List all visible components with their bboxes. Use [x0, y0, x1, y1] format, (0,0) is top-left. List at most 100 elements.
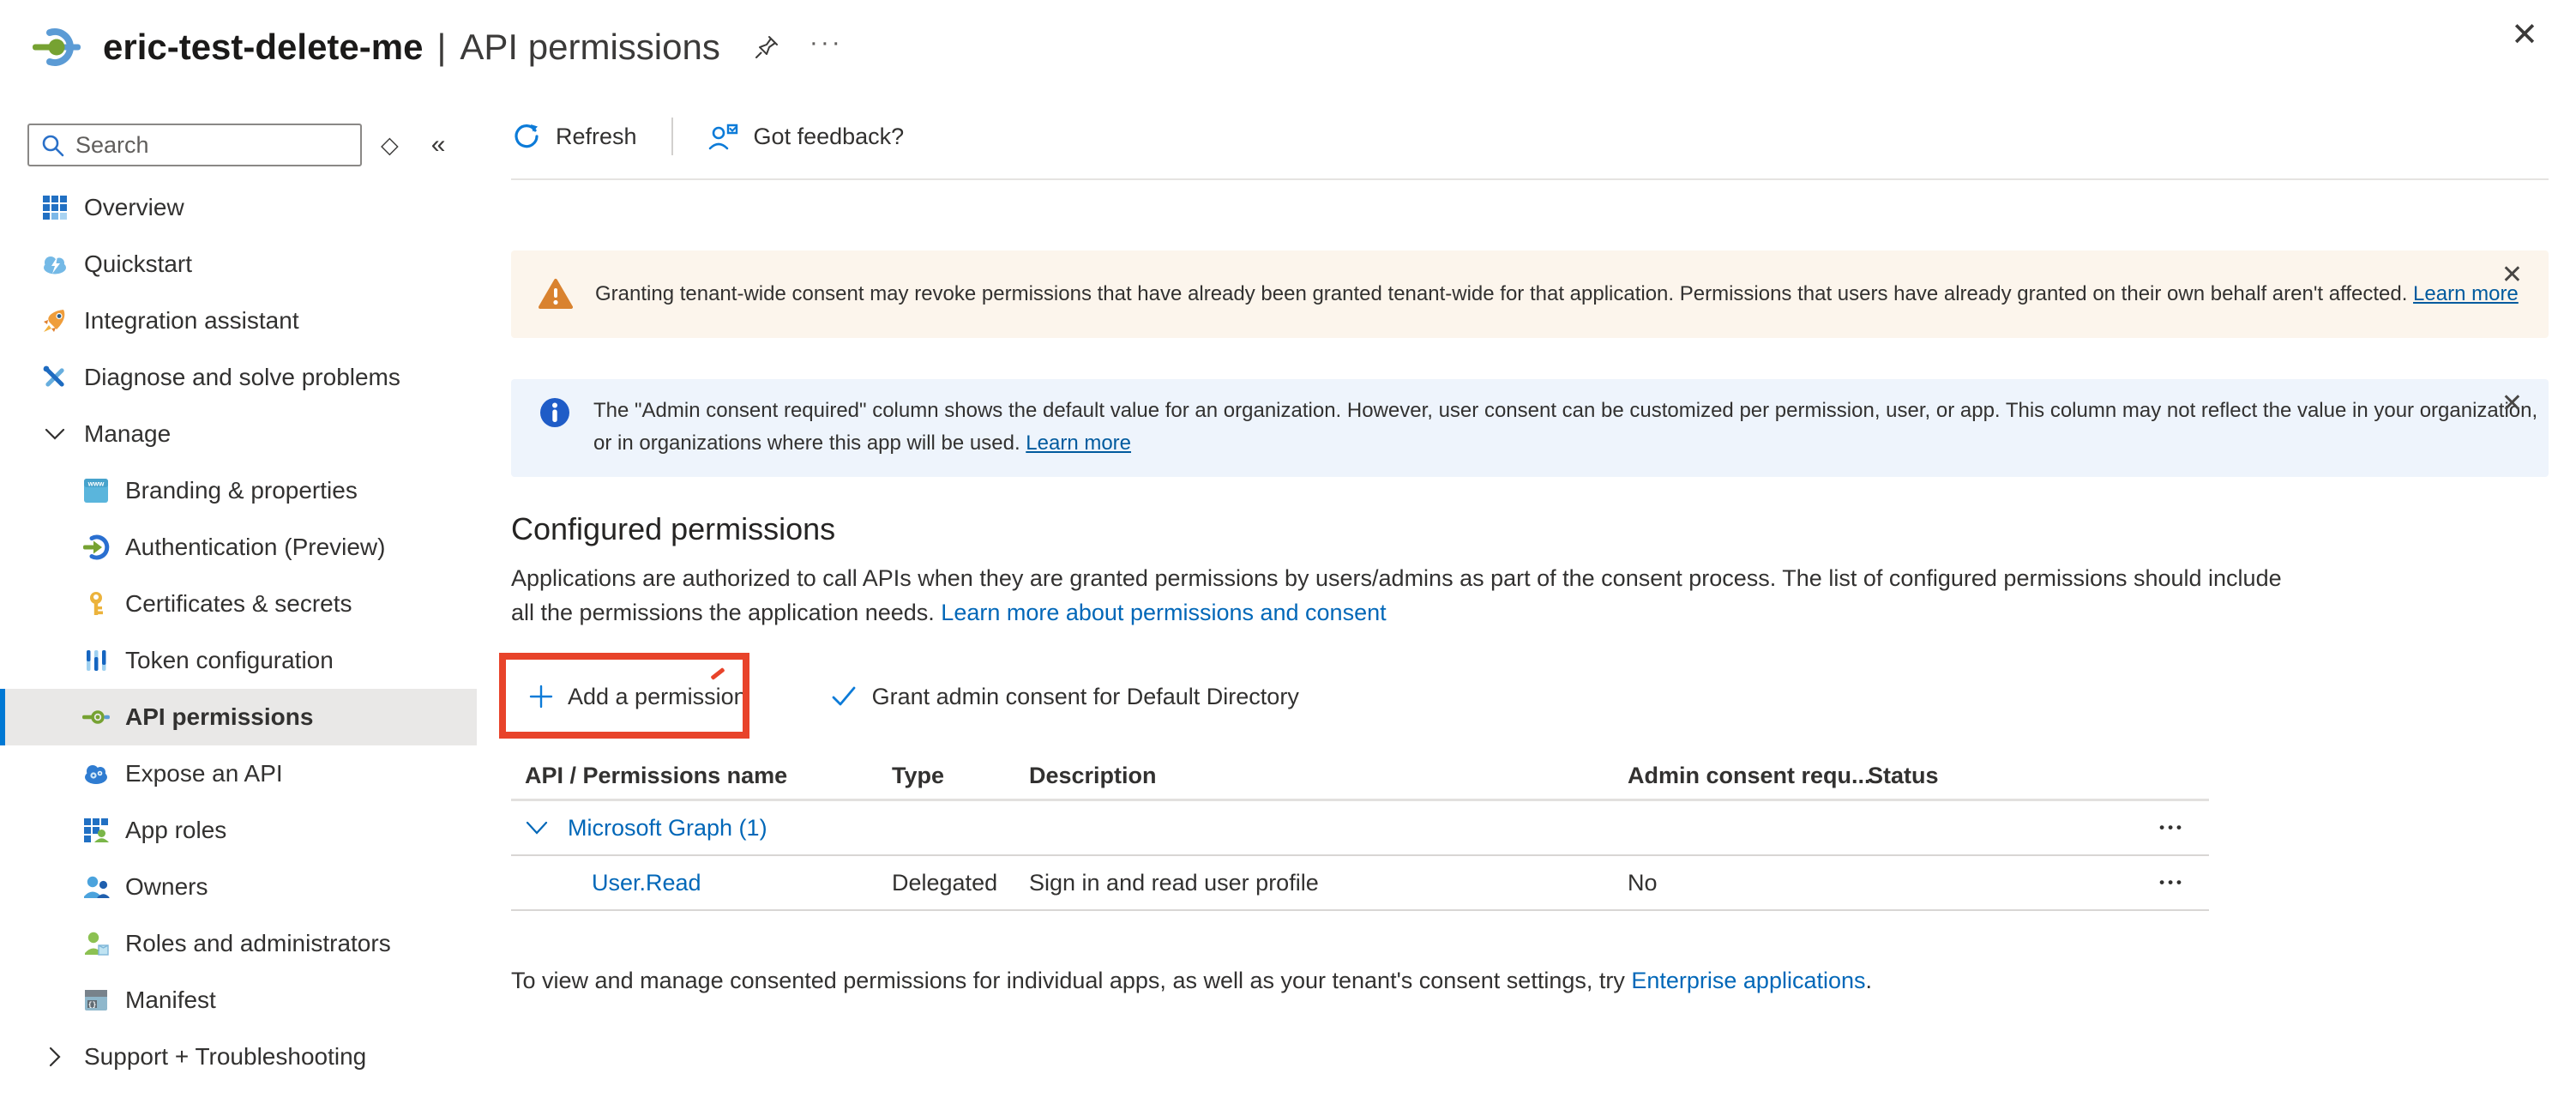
- group-name-cell: Microsoft Graph (1): [511, 815, 878, 842]
- col-header-type[interactable]: Type: [878, 763, 1015, 789]
- refresh-label: Refresh: [556, 124, 637, 150]
- sidebar-item-branding[interactable]: www Branding & properties: [0, 462, 477, 519]
- cloud-gears-icon: [82, 760, 110, 787]
- col-header-admin-consent[interactable]: Admin consent requ...: [1614, 763, 1854, 789]
- app-registration-icon: [31, 21, 82, 73]
- chevron-down-icon: [41, 420, 69, 448]
- sidebar-item-app-roles[interactable]: App roles: [0, 802, 477, 859]
- row-actions-ellipsis[interactable]: •••: [1976, 874, 2209, 891]
- api-permissions-page: eric-test-delete-me | API permissions ··…: [0, 0, 2576, 1098]
- sidebar-item-label: Expose an API: [125, 760, 283, 787]
- chevron-right-icon: [41, 1043, 69, 1071]
- sidebar-section-label: Support + Troubleshooting: [84, 1043, 366, 1071]
- table-row-user-read: User.Read Delegated Sign in and read use…: [511, 856, 2209, 911]
- key-icon: [82, 590, 110, 618]
- feedback-button[interactable]: Got feedback?: [707, 120, 905, 153]
- refresh-icon: [511, 121, 542, 152]
- search-box[interactable]: [27, 124, 362, 166]
- plus-icon: [528, 684, 554, 709]
- col-header-description[interactable]: Description: [1015, 763, 1614, 789]
- sidebar-nav: Overview Quickstart: [0, 179, 497, 1085]
- info-text-line2-body: or in organizations where this app will …: [593, 431, 1026, 455]
- sidebar-item-integration-assistant[interactable]: Integration assistant: [0, 293, 477, 349]
- page-header: eric-test-delete-me | API permissions ··…: [0, 0, 2576, 94]
- close-blade-icon[interactable]: ✕: [2511, 19, 2538, 51]
- info-text: The "Admin consent required" column show…: [593, 395, 2537, 460]
- footer-note-text: To view and manage consented permissions…: [511, 968, 1631, 993]
- pin-icon[interactable]: [753, 33, 780, 65]
- col-header-name[interactable]: API / Permissions name: [511, 763, 878, 789]
- info-learn-more-link[interactable]: Learn more: [1026, 431, 1131, 455]
- warning-close-icon[interactable]: ✕: [2501, 262, 2523, 288]
- sidebar-item-certificates[interactable]: Certificates & secrets: [0, 576, 477, 632]
- sidebar-section-support[interactable]: Support + Troubleshooting: [0, 1029, 477, 1085]
- footer-note: To view and manage consented permissions…: [511, 968, 2549, 994]
- section-title: Configured permissions: [511, 511, 2549, 547]
- permissions-actions: Add a permission Grant admin consent for…: [511, 655, 2549, 738]
- add-permission-button[interactable]: Add a permission: [511, 684, 747, 710]
- sidebar-item-label: Token configuration: [125, 647, 334, 674]
- svg-text:{}: {}: [88, 1002, 97, 1010]
- table-header-row: API / Permissions name Type Description …: [511, 753, 2209, 801]
- overview-grid-icon: [41, 194, 69, 221]
- chevron-down-icon[interactable]: [525, 819, 549, 836]
- table-group-row-microsoft-graph: Microsoft Graph (1) •••: [511, 801, 2209, 856]
- sidebar-item-label: Overview: [84, 194, 184, 221]
- app-name: eric-test-delete-me: [103, 27, 423, 68]
- tools-icon: [41, 364, 69, 391]
- sidebar-item-owners[interactable]: Owners: [0, 859, 477, 915]
- permissions-consent-link[interactable]: Learn more about permissions and consent: [941, 600, 1386, 625]
- enterprise-applications-link[interactable]: Enterprise applications: [1631, 968, 1865, 993]
- sidebar-item-label: Roles and administrators: [125, 930, 391, 957]
- section-description-line2-body: all the permissions the application need…: [511, 600, 941, 625]
- sidebar-item-token-configuration[interactable]: Token configuration: [0, 632, 477, 689]
- warning-text: Granting tenant-wide consent may revoke …: [595, 282, 2519, 306]
- feedback-label: Got feedback?: [754, 124, 905, 150]
- sidebar-item-authentication[interactable]: Authentication (Preview): [0, 519, 477, 576]
- resize-diamond-icon[interactable]: ◇: [381, 132, 399, 159]
- permission-name-cell: User.Read: [511, 870, 878, 896]
- info-text-line1: The "Admin consent required" column show…: [593, 395, 2537, 427]
- section-description: Applications are authorized to call APIs…: [511, 561, 2549, 630]
- add-permission-label: Add a permission: [568, 684, 747, 710]
- sidebar-item-overview[interactable]: Overview: [0, 179, 477, 236]
- sidebar-item-api-permissions[interactable]: API permissions: [0, 689, 477, 745]
- sidebar-item-diagnose[interactable]: Diagnose and solve problems: [0, 349, 477, 406]
- permission-description-cell: Sign in and read user profile: [1015, 870, 1614, 896]
- search-input[interactable]: [75, 132, 350, 159]
- grant-admin-consent-label: Grant admin consent for Default Director…: [872, 684, 1299, 710]
- svg-text:www: www: [87, 480, 105, 488]
- sidebar-item-label: Quickstart: [84, 250, 192, 278]
- info-close-icon[interactable]: ✕: [2501, 391, 2523, 417]
- user-read-link[interactable]: User.Read: [592, 870, 701, 896]
- more-actions-icon[interactable]: ···: [810, 28, 843, 57]
- sidebar-section-manage[interactable]: Manage: [0, 406, 477, 462]
- section-description-line2: all the permissions the application need…: [511, 595, 2549, 630]
- info-banner: The "Admin consent required" column show…: [511, 379, 2549, 477]
- warning-banner: Granting tenant-wide consent may revoke …: [511, 250, 2549, 338]
- collapse-sidebar-icon[interactable]: «: [431, 130, 446, 160]
- sidebar-item-label: Integration assistant: [84, 307, 299, 335]
- sidebar-item-label: Branding & properties: [125, 477, 358, 504]
- grant-admin-consent-button[interactable]: Grant admin consent for Default Director…: [829, 682, 1299, 711]
- people-icon: [82, 873, 110, 901]
- blade-name: API permissions: [460, 27, 719, 68]
- sidebar-item-manifest[interactable]: {} Manifest: [0, 972, 477, 1029]
- warning-icon: [539, 277, 573, 311]
- sidebar-item-quickstart[interactable]: Quickstart: [0, 236, 477, 293]
- sidebar-item-roles-administrators[interactable]: Roles and administrators: [0, 915, 477, 972]
- row-actions-ellipsis[interactable]: •••: [1976, 819, 2209, 836]
- sidebar-item-label: App roles: [125, 817, 226, 844]
- rocket-icon: [41, 307, 69, 335]
- sidebar-item-label: Owners: [125, 873, 208, 901]
- sidebar-item-label: Authentication (Preview): [125, 534, 385, 561]
- microsoft-graph-link[interactable]: Microsoft Graph (1): [568, 815, 767, 842]
- sidebar-search-row: ◇ «: [0, 94, 497, 166]
- col-header-status[interactable]: Status: [1854, 763, 1976, 789]
- checkmark-icon: [829, 682, 858, 711]
- api-permissions-icon: [82, 703, 110, 731]
- permission-type-cell: Delegated: [878, 870, 1015, 896]
- authentication-arrow-icon: [82, 534, 110, 561]
- refresh-button[interactable]: Refresh: [511, 121, 637, 152]
- sidebar-item-expose-api[interactable]: Expose an API: [0, 745, 477, 802]
